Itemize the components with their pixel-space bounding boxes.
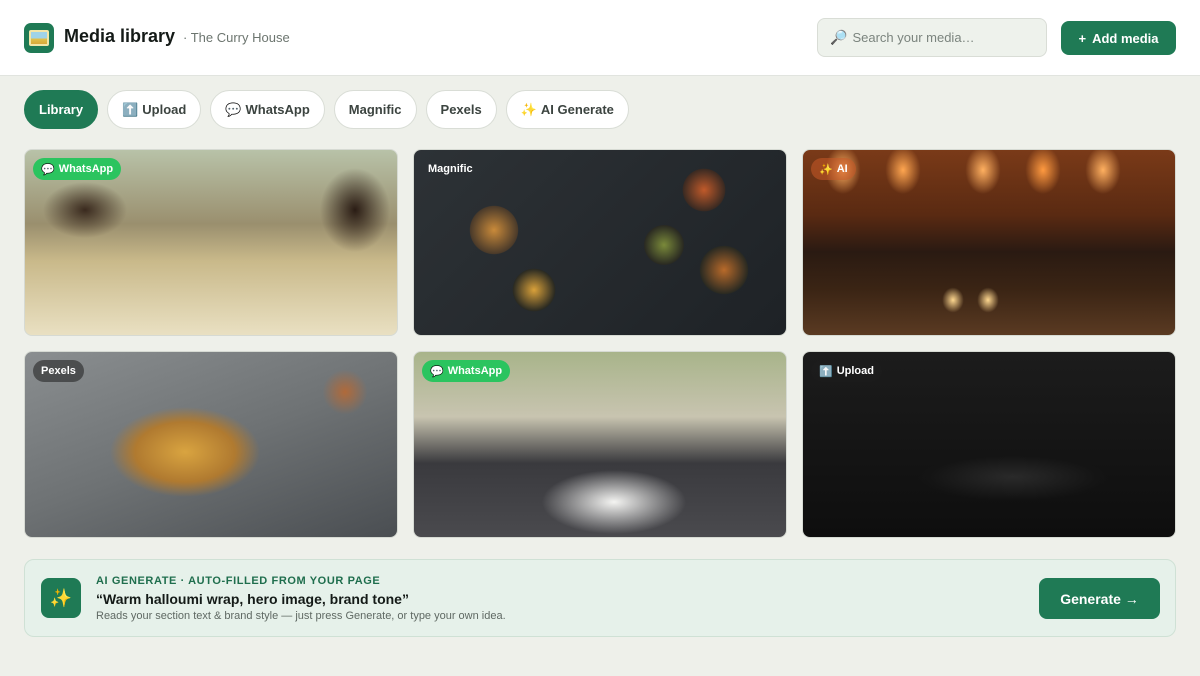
badge-label: Upload [836, 365, 874, 377]
add-media-label: Add media [1092, 30, 1159, 46]
media-grid: 💬 WhatsApp Magnific ✨ AI Pexels 💬 WhatsA… [24, 149, 1176, 539]
source-badge: ⬆️ Upload [811, 360, 882, 382]
tab-library[interactable]: Library [24, 90, 99, 129]
source-badge: Pexels [33, 360, 84, 382]
media-card[interactable]: 💬 WhatsApp [24, 149, 398, 336]
tab-label: Pexels [440, 102, 482, 117]
speech-bubble-icon: 💬 [225, 101, 242, 117]
upload-icon: ⬆️ [122, 101, 139, 117]
sparkles-icon: ✨ [819, 163, 833, 176]
upload-icon: ⬆️ [819, 365, 833, 378]
search-icon: 🔎 [830, 29, 848, 45]
ai-panel-kicker: AI GENERATE · AUTO-FILLED FROM YOUR PAGE [96, 575, 381, 587]
badge-label: Pexels [41, 365, 76, 377]
tab-upload[interactable]: ⬆️ Upload [107, 90, 202, 129]
ai-prompt-text[interactable]: “Warm halloumi wrap, hero image, brand t… [96, 591, 409, 607]
source-tabs: Library ⬆️ Upload 💬 WhatsApp Magnific Pe… [24, 90, 629, 129]
search-input[interactable] [852, 30, 1033, 45]
badge-label: WhatsApp [447, 365, 503, 377]
tab-label: Library [39, 102, 84, 117]
tab-label: Magnific [348, 102, 402, 117]
page-title: Media library [64, 26, 176, 46]
source-badge: 💬 WhatsApp [422, 360, 511, 382]
badge-label: AI [836, 163, 848, 175]
header-bar: Media library · The Curry House 🔎 + Add … [0, 0, 1200, 76]
ai-generate-panel: ✨ AI GENERATE · AUTO-FILLED FROM YOUR PA… [24, 559, 1176, 637]
add-media-button[interactable]: + Add media [1061, 21, 1176, 55]
search-box[interactable]: 🔎 [817, 18, 1047, 57]
sparkles-icon: ✨ [41, 578, 81, 618]
ai-panel-hint: Reads your section text & brand style — … [96, 610, 506, 622]
tab-magnific[interactable]: Magnific [333, 90, 417, 129]
tab-whatsapp[interactable]: 💬 WhatsApp [210, 90, 325, 129]
media-card[interactable]: ⬆️ Upload [802, 351, 1176, 538]
restaurant-name: · The Curry House [183, 30, 290, 45]
media-card[interactable]: Magnific [413, 149, 787, 336]
tab-label: Upload [142, 102, 187, 117]
source-badge: ✨ AI [811, 158, 856, 180]
speech-bubble-icon: 💬 [41, 163, 55, 176]
plus-icon: + [1078, 30, 1087, 46]
media-card[interactable]: 💬 WhatsApp [413, 351, 787, 538]
badge-label: WhatsApp [58, 163, 114, 175]
media-card[interactable]: Pexels [24, 351, 398, 538]
generate-button[interactable]: Generate → [1039, 578, 1160, 619]
speech-bubble-icon: 💬 [430, 365, 444, 378]
tab-label: AI Generate [540, 102, 614, 117]
sparkles-icon: ✨ [520, 101, 537, 117]
image-icon [24, 23, 54, 53]
source-badge: Magnific [422, 158, 481, 180]
source-badge: 💬 WhatsApp [33, 158, 122, 180]
tab-pexels[interactable]: Pexels [425, 90, 497, 129]
badge-label: Magnific [428, 163, 473, 175]
tab-label: WhatsApp [245, 102, 310, 117]
tab-ai-generate[interactable]: ✨ AI Generate [505, 90, 629, 129]
media-card[interactable]: ✨ AI [802, 149, 1176, 336]
